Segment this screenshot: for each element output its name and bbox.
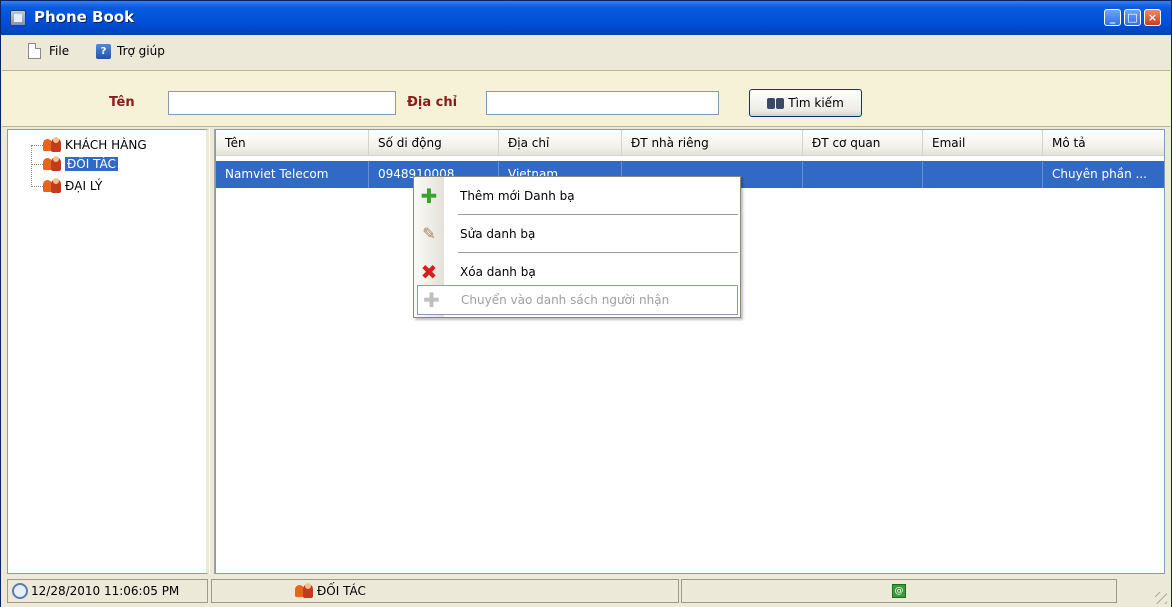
grid-header: Tên Số di động Địa chỉ ĐT nhà riêng ĐT c… bbox=[216, 130, 1164, 156]
window-title: Phone Book bbox=[34, 8, 135, 26]
column-header-description[interactable]: Mô tả bbox=[1043, 130, 1164, 156]
move-icon: ✚ bbox=[423, 288, 440, 312]
status-mail-panel: @ bbox=[681, 579, 1117, 603]
tree-item-label: ĐẠI LÝ bbox=[65, 179, 103, 193]
group-icon bbox=[43, 156, 61, 172]
status-group-panel: ĐỐI TÁC bbox=[211, 579, 679, 603]
file-icon bbox=[28, 43, 41, 59]
tree-connector bbox=[31, 145, 43, 146]
menu-item-move-to-recipients[interactable]: ✚ Chuyển vào danh sách người nhận bbox=[417, 285, 738, 315]
cell-email bbox=[923, 161, 1043, 188]
column-header-mobile[interactable]: Số di động bbox=[369, 130, 499, 156]
menu-item-edit-contact[interactable]: ✎ Sửa danh bạ bbox=[414, 215, 740, 252]
app-icon[interactable] bbox=[10, 10, 26, 26]
tree-item-label: ĐỐI TÁC bbox=[65, 157, 118, 171]
tree-connector bbox=[31, 145, 32, 187]
maximize-icon: □ bbox=[1127, 11, 1138, 24]
tree-item-doi-tac[interactable]: ĐỐI TÁC bbox=[43, 155, 118, 173]
menu-help-label: Trợ giúp bbox=[117, 44, 165, 58]
close-button[interactable]: × bbox=[1144, 9, 1161, 26]
column-header-address[interactable]: Địa chỉ bbox=[499, 130, 622, 156]
tree-item-dai-ly[interactable]: ĐẠI LÝ bbox=[43, 177, 102, 195]
status-bar: 12/28/2010 11:06:05 PM ĐỐI TÁC @ bbox=[1, 576, 1171, 607]
menu-item-label: Thêm mới Danh bạ bbox=[460, 188, 575, 203]
menu-item-add-contact[interactable]: ✚ Thêm mới Danh bạ bbox=[414, 177, 740, 214]
group-tree: KHÁCH HÀNG ĐỐI TÁC ĐẠI LÝ bbox=[7, 129, 209, 574]
menu-item-label: Chuyển vào danh sách người nhận bbox=[461, 293, 670, 307]
column-header-office-phone[interactable]: ĐT cơ quan bbox=[803, 130, 923, 156]
tree-item-khach-hang[interactable]: KHÁCH HÀNG bbox=[43, 136, 147, 154]
cell-office-phone bbox=[803, 161, 923, 188]
search-panel: Tên Địa chỉ Tìm kiếm bbox=[2, 70, 1170, 127]
context-menu: ✚ Thêm mới Danh bạ ✎ Sửa danh bạ ✖ Xóa d… bbox=[413, 176, 741, 318]
menu-help[interactable]: ? Trợ giúp bbox=[96, 35, 165, 67]
tree-item-label: KHÁCH HÀNG bbox=[65, 138, 147, 152]
column-header-name[interactable]: Tên bbox=[216, 130, 369, 156]
cell-description: Chuyên phần ... bbox=[1043, 161, 1164, 188]
maximize-button[interactable]: □ bbox=[1124, 9, 1141, 26]
resize-grip[interactable] bbox=[1155, 592, 1167, 604]
phone-book-window: Phone Book _ □ × File ? Trợ giúp Tên Địa… bbox=[0, 0, 1172, 607]
group-icon bbox=[295, 583, 313, 599]
name-label: Tên bbox=[109, 95, 135, 110]
column-header-email[interactable]: Email bbox=[923, 130, 1043, 156]
menu-file-label: File bbox=[49, 44, 70, 58]
search-button-label: Tìm kiếm bbox=[788, 96, 844, 110]
tree-connector bbox=[31, 186, 43, 187]
title-bar[interactable]: Phone Book _ □ × bbox=[1, 1, 1171, 35]
tree-connector bbox=[31, 164, 43, 165]
status-datetime: 12/28/2010 11:06:05 PM bbox=[31, 584, 180, 598]
status-datetime-panel: 12/28/2010 11:06:05 PM bbox=[7, 579, 208, 603]
mail-icon[interactable]: @ bbox=[892, 584, 906, 598]
search-button[interactable]: Tìm kiếm bbox=[749, 89, 862, 117]
help-icon: ? bbox=[96, 43, 111, 59]
menu-bar: File ? Trợ giúp bbox=[1, 35, 1171, 67]
status-group: ĐỐI TÁC bbox=[317, 584, 366, 598]
group-icon bbox=[43, 137, 61, 153]
close-icon: × bbox=[1147, 11, 1158, 24]
group-icon bbox=[43, 178, 61, 194]
menu-item-label: Sửa danh bạ bbox=[460, 226, 536, 241]
address-label: Địa chỉ bbox=[407, 95, 458, 110]
column-header-home-phone[interactable]: ĐT nhà riêng bbox=[622, 130, 803, 156]
binoculars-icon bbox=[767, 96, 785, 110]
menu-file[interactable]: File bbox=[28, 35, 69, 67]
minimize-button[interactable]: _ bbox=[1104, 9, 1121, 26]
menu-item-label: Xóa danh bạ bbox=[460, 264, 536, 279]
cell-name: Namviet Telecom bbox=[216, 161, 369, 188]
edit-icon: ✎ bbox=[422, 224, 436, 243]
minimize-icon: _ bbox=[1109, 11, 1116, 24]
clock-icon bbox=[12, 583, 28, 599]
add-icon: ✚ bbox=[420, 183, 438, 208]
address-input[interactable] bbox=[486, 91, 719, 115]
name-input[interactable] bbox=[168, 91, 396, 115]
